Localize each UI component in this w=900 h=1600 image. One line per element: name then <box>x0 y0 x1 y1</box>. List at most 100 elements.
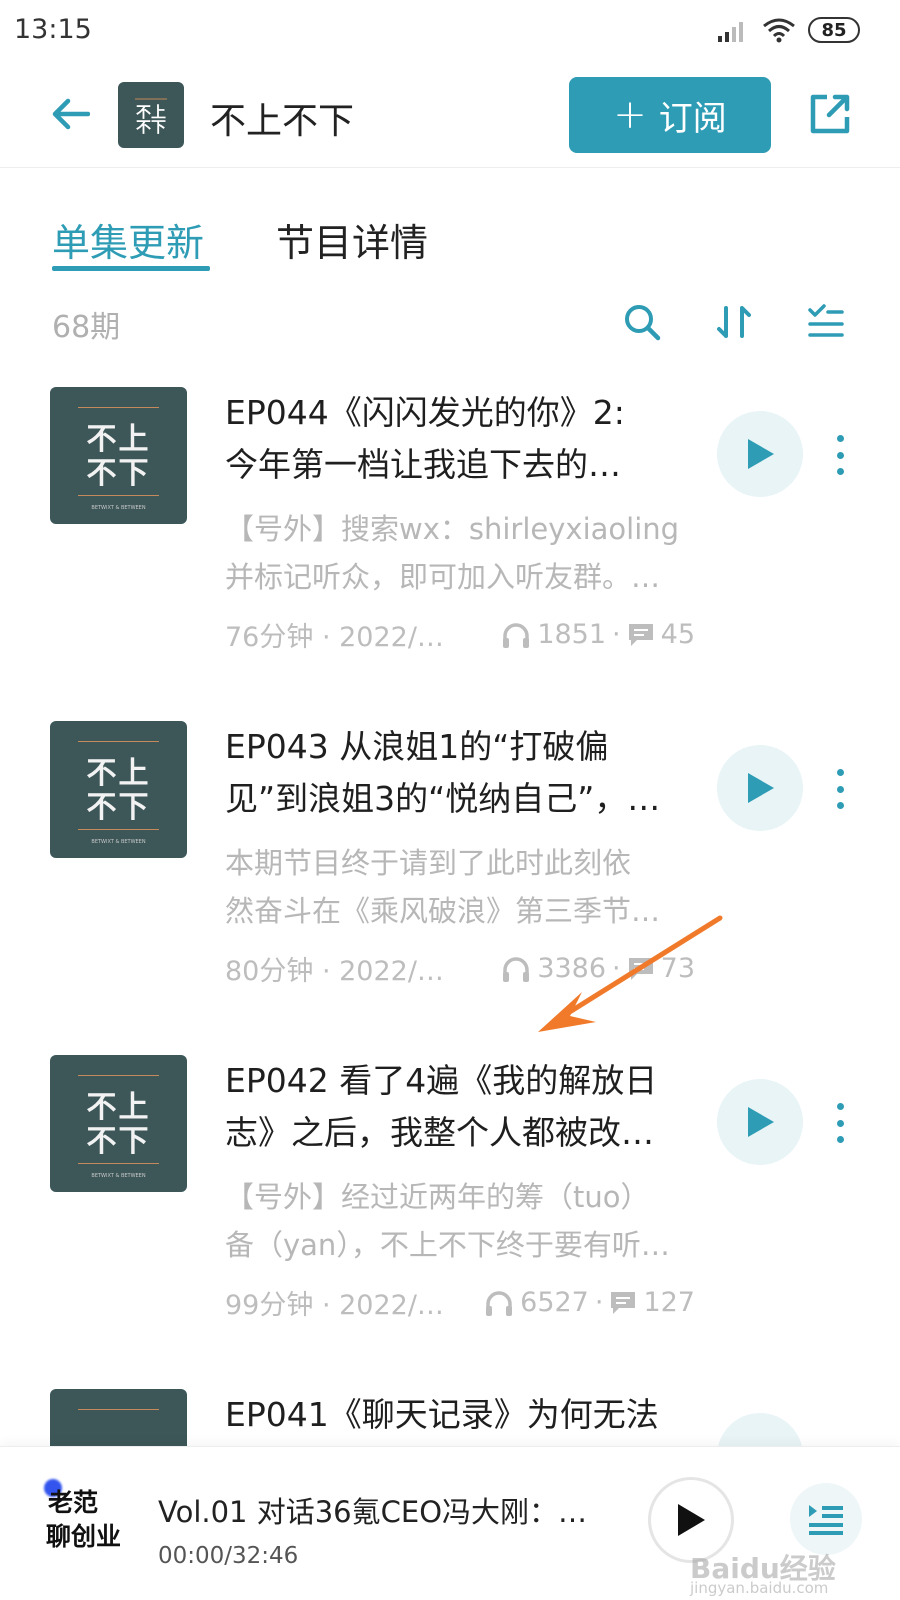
cover-rule <box>78 1409 159 1410</box>
meta-separator: · <box>612 619 621 650</box>
episode-title-line: 今年第一档让我追下去的… <box>225 445 621 484</box>
back-button[interactable] <box>42 86 98 142</box>
episode-title[interactable]: EP041《聊天记录》为何无法 <box>225 1389 695 1446</box>
episode-cover: 不上 不下 BETWIXT & BETWEEN <box>50 387 187 524</box>
mini-player[interactable]: 老范 聊创业 Vol.01 对话36氪CEO冯大刚：… 00:00/32:46 … <box>0 1446 900 1600</box>
episode-count: 68期 <box>52 310 121 345</box>
play-icon <box>748 773 774 803</box>
cover-caption: BETWIXT & BETWEEN <box>91 839 146 845</box>
episode-cover <box>50 1389 187 1446</box>
episode-item[interactable]: 不上 不下 BETWIXT & BETWEEN EP044《闪闪发光的你》2: … <box>0 387 900 687</box>
more-dot <box>836 802 844 809</box>
episode-toolbar: 68期 <box>0 292 900 352</box>
mini-player-time: 00:00/32:46 <box>158 1543 299 1569</box>
episode-title[interactable]: EP044《闪闪发光的你》2: 今年第一档让我追下去的… <box>225 387 695 491</box>
svg-text:不下: 不下 <box>136 118 166 135</box>
podcast-title: 不上不下 <box>210 101 355 142</box>
cover-caption: BETWIXT & BETWEEN <box>91 1173 146 1179</box>
episode-title-line: EP041《聊天记录》为何无法 <box>225 1395 659 1434</box>
episode-cover: 不上 不下 BETWIXT & BETWEEN <box>50 721 187 858</box>
sort-icon <box>717 306 751 338</box>
header: 不上 不下 不上不下 + 订阅 <box>0 64 900 168</box>
more-dot <box>836 769 844 776</box>
sort-button[interactable] <box>710 298 758 346</box>
headphones-icon <box>486 1290 513 1316</box>
playlist-button[interactable] <box>790 1483 862 1555</box>
share-button[interactable] <box>800 84 860 144</box>
episode-more-button[interactable] <box>825 765 855 813</box>
episode-more-button[interactable] <box>825 431 855 479</box>
plus-icon: + <box>613 92 647 138</box>
cover-rule <box>78 829 159 830</box>
headphones-icon <box>503 956 530 982</box>
more-dot <box>836 468 844 475</box>
subscribe-button[interactable]: + 订阅 <box>569 77 771 153</box>
meta-separator: · <box>594 1287 604 1318</box>
more-dot <box>836 1103 844 1110</box>
episode-title[interactable]: EP043 从浪姐1的“打破偏 见”到浪姐3的“悦纳自己”，… <box>225 721 695 825</box>
episode-desc-line: 本期节目终于请到了此时此刻依 <box>225 846 632 880</box>
more-dot <box>836 451 844 459</box>
episode-more-button[interactable] <box>825 1099 855 1147</box>
mini-player-logo-line2: 聊创业 <box>46 1522 122 1551</box>
cover-rule <box>78 495 159 496</box>
wifi-icon <box>763 18 795 43</box>
more-dot <box>836 435 844 442</box>
cover-text-top: 不上 <box>86 1090 151 1125</box>
tab-episodes[interactable]: 单集更新 <box>52 212 204 267</box>
episode-play-button[interactable] <box>717 411 803 497</box>
search-button[interactable] <box>618 298 666 346</box>
status-bar: 13:15 85 <box>0 0 900 64</box>
comment-count: 127 <box>643 1287 695 1318</box>
podcast-logo-mark: 不上 不下 <box>135 98 167 135</box>
episode-meta: 76分钟 · 2022/0… 1851 · 45 <box>225 615 695 654</box>
mini-player-cover: 老范 聊创业 <box>40 1479 132 1563</box>
checklist-icon <box>808 304 844 337</box>
watermark-url: jingyan.baidu.com <box>690 1579 829 1597</box>
episode-item[interactable]: 不上 不下 BETWIXT & BETWEEN EP042 看了4遍《我的解放日… <box>0 1055 900 1355</box>
more-dot <box>836 785 844 793</box>
search-icon <box>625 305 661 341</box>
tab-active-indicator <box>52 266 210 271</box>
episode-title-line: 见”到浪姐3的“悦纳自己”，… <box>225 779 661 818</box>
episode-description: 【号外】经过近两年的筹（tuo） 备（yan），不上不下终于要有听… <box>225 1173 685 1269</box>
comment-icon <box>611 1291 636 1314</box>
cover-rule <box>78 407 159 408</box>
play-count: 1851 <box>537 619 607 650</box>
episode-title-line: EP043 从浪姐1的“打破偏 <box>225 727 609 766</box>
cover-text-bottom: 不下 <box>86 1124 151 1159</box>
episode-play-button[interactable] <box>717 1079 803 1165</box>
tab-details[interactable]: 节目详情 <box>276 212 428 267</box>
episode-item[interactable]: EP041《聊天记录》为何无法 <box>0 1389 900 1446</box>
status-time: 13:15 <box>14 14 92 45</box>
episode-title-line: 志》之后，我整个人都被改… <box>225 1113 654 1152</box>
episode-stats: 6527 · 127 <box>484 1287 695 1318</box>
podcast-logo: 不上 不下 <box>118 82 184 148</box>
headphones-icon <box>503 622 530 648</box>
episode-meta: 99分钟 · 2022/… 6527 · 127 <box>225 1283 695 1322</box>
episode-title-line: EP042 看了4遍《我的解放日 <box>225 1061 658 1100</box>
episode-item[interactable]: 不上 不下 BETWIXT & BETWEEN EP043 从浪姐1的“打破偏 … <box>0 721 900 1021</box>
episode-duration-date: 76分钟 · 2022/0… <box>225 622 460 653</box>
annotation-arrow <box>538 915 723 1032</box>
batch-select-button[interactable] <box>802 298 850 346</box>
episode-description: 【号外】搜索wx：shirleyxiaoling 并标记听众，即可加入听友群。… <box>225 505 685 601</box>
episode-play-button[interactable] <box>717 1413 803 1446</box>
playlist-icon <box>809 1505 843 1535</box>
more-dot <box>836 1136 844 1143</box>
cover-rule <box>78 741 159 742</box>
episode-title-line: EP044《闪闪发光的你》2: <box>225 393 625 432</box>
episode-cover: 不上 不下 BETWIXT & BETWEEN <box>50 1055 187 1192</box>
more-dot <box>836 1119 844 1127</box>
episode-desc-line: 【号外】经过近两年的筹（tuo） <box>225 1180 650 1214</box>
cover-text-bottom: 不下 <box>86 790 151 825</box>
episode-desc-line: 【号外】搜索wx：shirleyxiaoling <box>225 512 680 546</box>
episode-duration-date: 99分钟 · 2022/… <box>225 1290 444 1321</box>
episode-desc-line: 并标记听众，即可加入听友群。… <box>225 560 661 594</box>
subscribe-label: 订阅 <box>658 98 727 139</box>
mini-player-title[interactable]: Vol.01 对话36氪CEO冯大刚：… <box>158 1489 608 1531</box>
comment-count: 45 <box>660 619 695 650</box>
tab-bar: 单集更新 节目详情 <box>0 200 900 280</box>
episode-title[interactable]: EP042 看了4遍《我的解放日 志》之后，我整个人都被改… <box>225 1055 695 1159</box>
episode-play-button[interactable] <box>717 745 803 831</box>
